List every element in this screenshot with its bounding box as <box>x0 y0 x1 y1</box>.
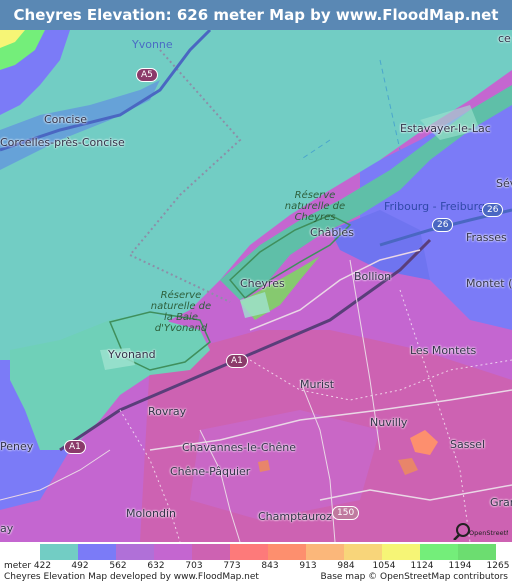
legend-tick-label: 1265 <box>486 561 510 571</box>
place-peney: Peney <box>0 440 34 453</box>
legend-tick-label: 492 <box>71 561 89 571</box>
credit-osm[interactable]: Base map © OpenStreetMap contributors <box>321 572 508 582</box>
legend-swatch <box>268 544 306 560</box>
place-montet: Montet (Bro <box>466 277 512 290</box>
legend-swatch <box>382 544 420 560</box>
legend-tick-label: 1194 <box>448 561 472 571</box>
label-reserve-cheyres: Réserve naturelle de Cheyres <box>284 190 346 223</box>
place-concise: Concise <box>44 113 87 126</box>
legend-tick-label: 1054 <box>372 561 396 571</box>
place-cheyres: Cheyres <box>240 277 285 290</box>
hotspot-chavannes <box>258 460 270 472</box>
place-murist: Murist <box>300 378 335 391</box>
place-champtauroz: Champtauroz <box>258 510 332 523</box>
legend-tick-label: 773 <box>223 561 241 571</box>
map-title: Cheyres Elevation: 626 meter Map by www.… <box>0 0 512 54</box>
place-ay: ay <box>0 522 14 535</box>
legend-tick-label: 632 <box>147 561 165 571</box>
openstreetmap-logo[interactable]: OpenStreetMap <box>452 522 508 540</box>
magnifier-icon: OpenStreetMap <box>453 523 508 540</box>
place-bollion: Bollion <box>354 270 392 283</box>
legend-tick-label: 562 <box>109 561 127 571</box>
place-ce: ce <box>498 32 511 45</box>
legend-swatch <box>40 544 78 560</box>
place-rovray: Rovray <box>148 405 187 418</box>
shield-26-b: 26 <box>482 203 504 217</box>
shield-a5: A5 <box>136 68 158 82</box>
place-gran: Gran <box>490 496 512 509</box>
legend-swatch <box>78 544 116 560</box>
legend-swatch <box>420 544 458 560</box>
legend-tick-label: 984 <box>337 561 355 571</box>
place-montets: Les Montets <box>410 344 477 357</box>
legend-swatch <box>230 544 268 560</box>
place-yvonand: Yvonand <box>108 348 156 361</box>
legend-swatch <box>192 544 230 560</box>
place-molondin: Molondin <box>126 507 176 520</box>
place-chables: Châbles <box>310 226 354 239</box>
place-corcelles: Corcelles-près-Concise <box>0 136 125 149</box>
legend-swatch <box>116 544 154 560</box>
place-yvonne: Yvonne <box>132 38 173 51</box>
place-sassel: Sassel <box>450 438 486 451</box>
place-sev: Sév <box>496 177 512 190</box>
legend-tick-label: 843 <box>261 561 279 571</box>
legend-swatch <box>154 544 192 560</box>
place-chavannes: Chavannes-le-Chêne <box>182 441 297 454</box>
legend-swatch <box>344 544 382 560</box>
credit-floodmap[interactable]: Cheyres Elevation Map developed by www.F… <box>4 572 259 582</box>
label-reserve-yvonand: Réserve naturelle de la Baie d'Yvonand <box>150 290 212 334</box>
legend-swatch <box>458 544 496 560</box>
place-chene-paquier: Chêne-Pâquier <box>170 465 251 478</box>
legend-tick-label: 913 <box>299 561 317 571</box>
place-nuvilly: Nuvilly <box>370 416 408 429</box>
shield-a1-north: A1 <box>226 354 248 368</box>
legend-tick-label: 703 <box>185 561 203 571</box>
shield-a1-south: A1 <box>64 440 86 454</box>
legend-swatches <box>40 544 496 560</box>
shield-26-a: 26 <box>432 218 454 232</box>
shield-150: 150 <box>332 506 360 520</box>
elevation-legend: meter 422 492 562 632 703 773 843 913 984 1054 11… <box>0 542 512 582</box>
legend-swatch <box>306 544 344 560</box>
place-frasses: Frasses <box>466 231 507 244</box>
elevation-map[interactable]: Yvonne Concise Corcelles-près-Concise Es… <box>0 30 512 542</box>
legend-tick-label: 1124 <box>410 561 434 571</box>
place-fribourg: Fribourg - Freiburg <box>384 200 485 213</box>
osm-logo-text: OpenStreetMap <box>469 529 508 537</box>
place-estavayer: Estavayer-le-Lac <box>400 122 491 135</box>
